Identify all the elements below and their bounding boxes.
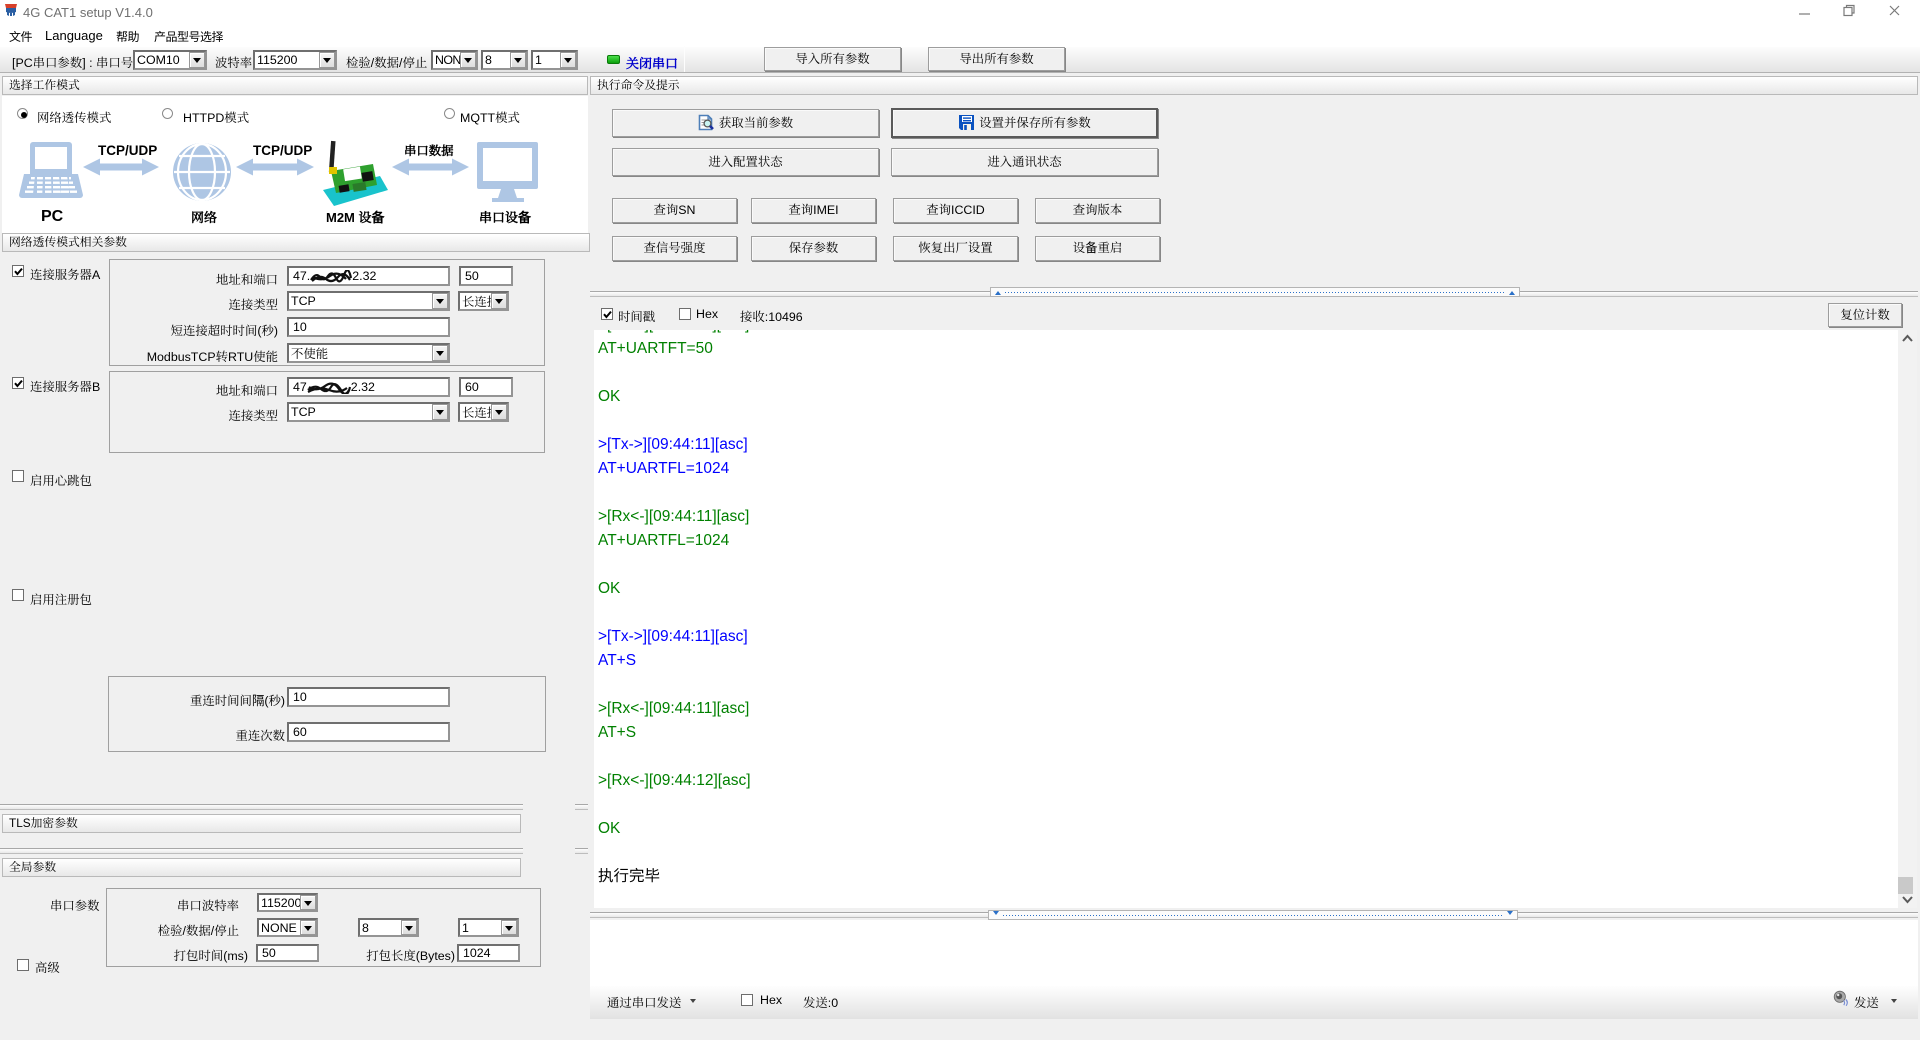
svg-text:串口数据: 串口数据 — [404, 144, 454, 158]
svg-text:TCP/UDP: TCP/UDP — [253, 143, 312, 158]
svg-text:TCP/UDP: TCP/UDP — [98, 143, 157, 158]
svg-text:串口设备: 串口设备 — [479, 210, 532, 225]
svg-text:网络: 网络 — [191, 210, 217, 225]
svg-text:PC: PC — [41, 208, 64, 225]
svg-text:M2M 设备: M2M 设备 — [326, 210, 386, 225]
